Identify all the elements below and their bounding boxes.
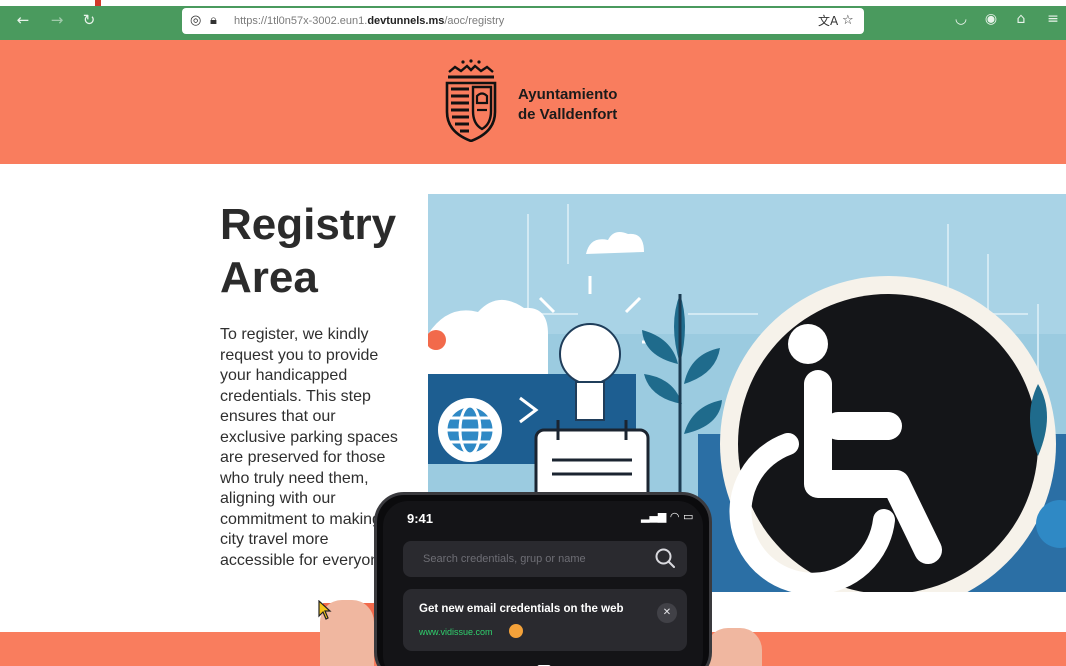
close-icon[interactable]: ✕: [657, 603, 677, 623]
phone-overlay: 9:41 ▂▄▆ ◠ ▭ Search credentials, grup or…: [374, 492, 712, 666]
notification-card[interactable]: Get new email credentials on the web www…: [403, 589, 687, 651]
org-name-line1: Ayuntamiento: [518, 86, 618, 103]
signal-icon: ▂▄▆: [641, 510, 667, 523]
url-text[interactable]: https://1tl0n57x-3002.eun1.devtunnels.ms…: [234, 13, 504, 29]
phone-screen: 9:41 ▂▄▆ ◠ ▭ Search credentials, grup or…: [383, 501, 703, 666]
coat-of-arms-logo[interactable]: [443, 58, 499, 142]
pocket-icon[interactable]: ◡: [951, 9, 971, 29]
account-icon[interactable]: ◉: [981, 9, 1001, 29]
hand-right: [706, 628, 762, 666]
star-icon[interactable]: ☆: [842, 12, 854, 30]
search-icon[interactable]: [655, 548, 675, 570]
credentials-search[interactable]: Search credentials, grup or name: [403, 541, 687, 577]
reload-icon[interactable]: ↻: [79, 10, 99, 30]
wifi-icon: ◠: [669, 510, 680, 523]
url-domain: devtunnels.ms: [367, 15, 445, 27]
org-name-line2: de Valldenfort: [518, 106, 618, 123]
shield-icon[interactable]: ◎: [190, 12, 201, 30]
extensions-icon[interactable]: ⌂: [1011, 9, 1031, 29]
forward-arrow-icon[interactable]: →: [47, 10, 67, 30]
mouse-cursor-icon: [318, 600, 332, 620]
page-title: Registry Area: [220, 198, 430, 304]
toolbar-top-strip: [0, 0, 1066, 6]
url-path: /aoc/registry: [444, 15, 505, 27]
page-title-line1: Registry: [220, 200, 397, 249]
phone-time: 9:41: [407, 511, 434, 526]
notification-link[interactable]: www.vidissue.com: [419, 627, 493, 637]
tab-indicator: [95, 0, 101, 6]
emoji-icon: [509, 624, 523, 638]
notification-title: Get new email credentials on the web: [419, 603, 624, 615]
address-bar[interactable]: ◎ 🔒︎ https://1tl0n57x-3002.eun1.devtunne…: [182, 8, 864, 34]
translate-icon[interactable]: 文A: [818, 12, 838, 30]
search-placeholder: Search credentials, grup or name: [423, 553, 586, 565]
phone-status-icons: ▂▄▆ ◠ ▭: [641, 509, 693, 525]
browser-toolbar: ← → ↻ ◎ 🔒︎ https://1tl0n57x-3002.eun1.de…: [0, 0, 1066, 40]
organization-name[interactable]: Ayuntamiento de Valldenfort: [518, 85, 617, 125]
page-title-line2: Area: [220, 253, 318, 302]
menu-icon[interactable]: ≡: [1043, 9, 1063, 29]
url-prefix: https://1tl0n57x-3002.eun1.: [234, 15, 368, 27]
screen: ← → ↻ ◎ 🔒︎ https://1tl0n57x-3002.eun1.de…: [0, 0, 1066, 666]
lock-icon[interactable]: 🔒︎: [210, 12, 217, 30]
battery-icon: ▭: [683, 510, 694, 523]
back-arrow-icon[interactable]: ←: [13, 10, 33, 30]
